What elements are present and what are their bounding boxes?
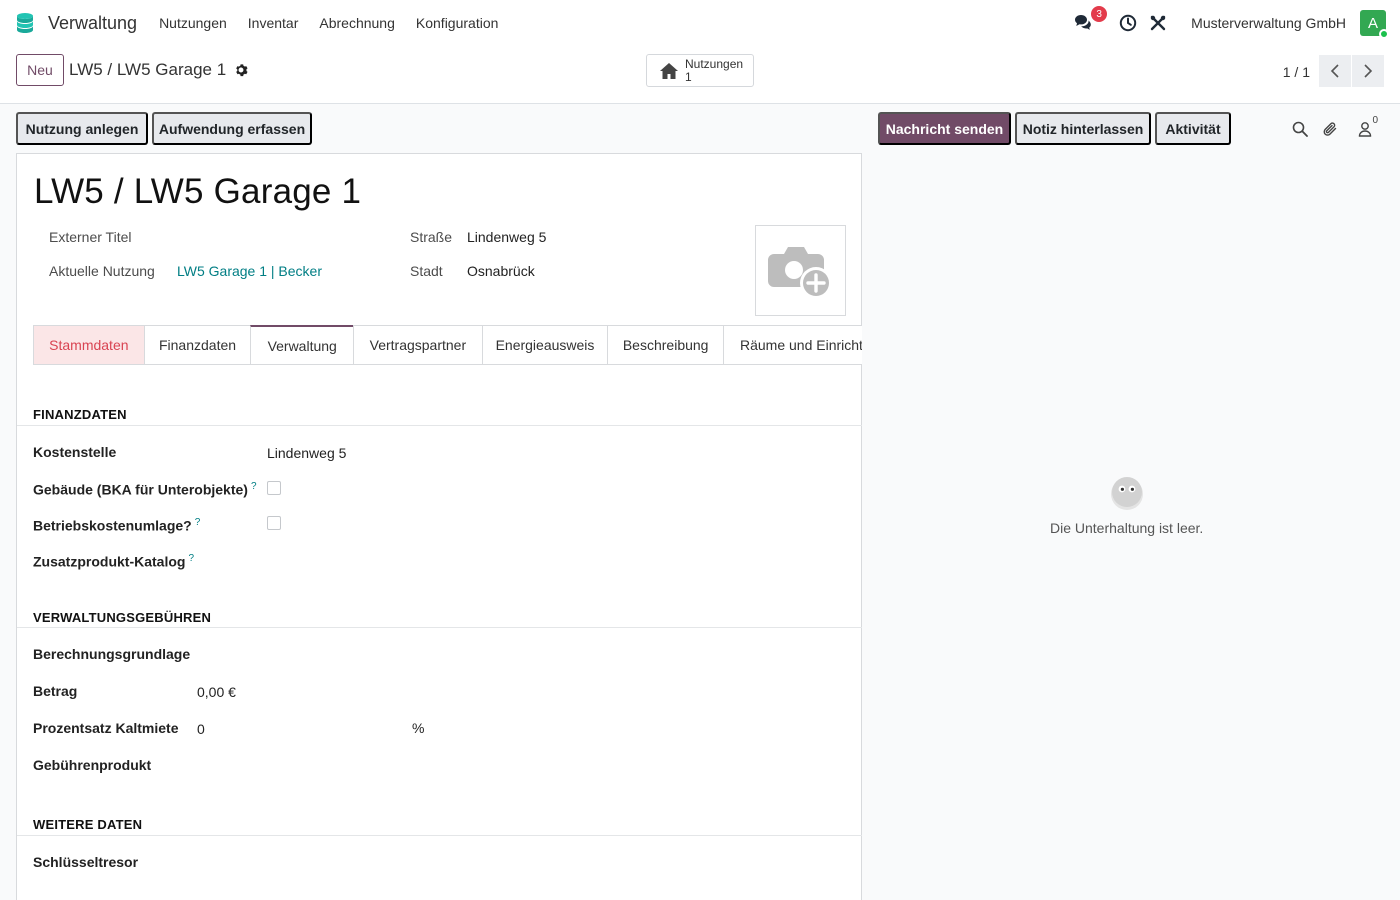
- external-title-label: Externer Titel: [49, 229, 132, 245]
- activities-button[interactable]: [1117, 12, 1139, 34]
- pager-next-button[interactable]: [1352, 55, 1384, 87]
- building-checkbox[interactable]: [267, 481, 281, 495]
- tab-vertragspartner[interactable]: Vertragspartner: [353, 325, 483, 364]
- top-navbar: Verwaltung Nutzungen Inventar Abrechnung…: [0, 0, 1400, 46]
- help-tooltip-icon[interactable]: ?: [251, 481, 257, 492]
- chevron-right-icon: [1364, 64, 1373, 78]
- app-name[interactable]: Verwaltung: [48, 13, 137, 34]
- new-record-button[interactable]: Neu: [16, 54, 64, 86]
- catalog-label: Zusatzprodukt-Katalog?: [33, 553, 194, 570]
- activity-button[interactable]: Aktivität: [1155, 112, 1231, 145]
- operating-cost-label-text: Betriebskostenumlage?: [33, 517, 192, 534]
- tab-beschreibung[interactable]: Beschreibung: [607, 325, 724, 364]
- smart-button-nutzungen[interactable]: Nutzungen 1: [646, 54, 754, 87]
- fee-product-label: Gebührenprodukt: [33, 757, 152, 773]
- smart-button-label: Nutzungen: [685, 56, 744, 71]
- company-switcher[interactable]: Musterverwaltung GmbH: [1191, 15, 1346, 31]
- catalog-label-text: Zusatzprodukt-Katalog: [33, 553, 186, 570]
- cost-center-label: Kostenstelle: [33, 444, 117, 460]
- chevron-left-icon: [1330, 64, 1339, 78]
- messages-button[interactable]: 3: [1073, 6, 1108, 34]
- online-status-icon: [1379, 29, 1389, 39]
- control-panel: Neu LW5 / LW5 Garage 1 Nutzungen 1 1 / 1: [0, 46, 1400, 104]
- tab-stammdaten[interactable]: Stammdaten: [33, 325, 145, 364]
- camera-add-icon: [767, 246, 832, 299]
- menu-konfiguration[interactable]: Konfiguration: [416, 15, 499, 31]
- gear-icon[interactable]: [234, 63, 248, 77]
- calculation-basis-label: Berechnungsgrundlage: [33, 646, 191, 662]
- home-icon: [660, 62, 678, 79]
- menu-nutzungen[interactable]: Nutzungen: [159, 15, 227, 31]
- cost-center-field[interactable]: Lindenweg 5: [267, 445, 346, 461]
- messages-badge: 3: [1091, 6, 1108, 22]
- city-label: Stadt: [410, 263, 443, 279]
- section-divider: [17, 425, 862, 426]
- smart-button-count: 1: [685, 69, 692, 84]
- tab-verwaltung[interactable]: Verwaltung: [250, 325, 355, 364]
- followers-button[interactable]: 0: [1352, 115, 1378, 139]
- user-icon: [1358, 122, 1372, 137]
- breadcrumb-current: LW5 / LW5 Garage 1: [69, 60, 227, 79]
- form-sheet: LW5 / LW5 Garage 1 Externer Titel Aktuel…: [16, 153, 862, 900]
- notebook-tabs: Stammdaten Finanzdaten Verwaltung Vertra…: [33, 325, 862, 365]
- percent-cold-rent-field[interactable]: 0: [197, 721, 205, 737]
- percent-unit: %: [412, 720, 425, 736]
- navbar-systray: 3 Musterverwaltung GmbH A: [1059, 0, 1389, 46]
- current-usage-link[interactable]: LW5 Garage 1 | Becker: [177, 263, 322, 279]
- avatar-letter: A: [1367, 14, 1378, 32]
- street-field[interactable]: Lindenweg 5: [467, 229, 546, 245]
- street-label: Straße: [410, 229, 453, 245]
- amount-field[interactable]: 0,00 €: [197, 684, 236, 700]
- section-divider: [17, 835, 862, 836]
- app-logo-icon[interactable]: [14, 11, 38, 35]
- tab-finanzdaten[interactable]: Finanzdaten: [143, 325, 252, 364]
- tools-icon: [1150, 15, 1166, 31]
- operating-cost-label: Betriebskostenumlage??: [33, 517, 200, 534]
- followers-count: 0: [1372, 115, 1378, 126]
- building-label: Gebäude (BKA für Unterobjekte)?: [33, 481, 257, 498]
- current-usage-label: Aktuelle Nutzung: [49, 263, 155, 279]
- user-avatar[interactable]: A: [1360, 10, 1389, 39]
- operating-cost-checkbox[interactable]: [267, 516, 281, 530]
- debug-tools-button[interactable]: [1147, 12, 1169, 34]
- section-title-weitere-daten: WEITERE DATEN: [33, 817, 143, 832]
- empty-conversation-icon: [1111, 477, 1143, 510]
- send-message-button[interactable]: Nachricht senden: [878, 112, 1011, 145]
- tab-raeume-und-einrichtungen[interactable]: Räume und Einricht: [723, 325, 862, 364]
- search-messages-button[interactable]: [1290, 119, 1310, 139]
- city-field[interactable]: Osnabrück: [467, 263, 535, 279]
- building-label-text: Gebäude (BKA für Unterobjekte): [33, 481, 248, 498]
- log-note-button[interactable]: Notiz hinterlassen: [1015, 112, 1151, 145]
- amount-label: Betrag: [33, 683, 78, 699]
- attachments-button[interactable]: [1320, 119, 1340, 139]
- record-title[interactable]: LW5 / LW5 Garage 1: [34, 172, 361, 212]
- percent-cold-rent-label: Prozentsatz Kaltmiete: [33, 720, 179, 736]
- section-divider: [17, 627, 862, 628]
- help-tooltip-icon[interactable]: ?: [195, 517, 201, 528]
- search-icon: [1292, 121, 1308, 137]
- clock-icon: [1119, 14, 1137, 32]
- section-title-verwaltungsgebuehren: VERWALTUNGSGEBÜHREN: [33, 610, 212, 625]
- menu-inventar[interactable]: Inventar: [248, 15, 299, 31]
- help-tooltip-icon[interactable]: ?: [188, 553, 194, 564]
- empty-conversation-text: Die Unterhaltung ist leer.: [1050, 520, 1204, 536]
- create-usage-button[interactable]: Nutzung anlegen: [16, 112, 148, 145]
- breadcrumb: LW5 / LW5 Garage 1: [69, 60, 248, 80]
- pager-value[interactable]: 1 / 1: [1283, 64, 1310, 80]
- menu-abrechnung[interactable]: Abrechnung: [319, 15, 395, 31]
- pager-previous-button[interactable]: [1319, 55, 1351, 87]
- paperclip-icon: [1323, 122, 1337, 136]
- smart-button-text: Nutzungen 1: [685, 56, 744, 84]
- section-title-finanzdaten: FINANZDATEN: [33, 407, 127, 422]
- key-safe-label: Schlüsseltresor: [33, 854, 139, 870]
- tab-energieausweis[interactable]: Energieausweis: [481, 325, 609, 364]
- image-upload[interactable]: [755, 225, 846, 316]
- record-expense-button[interactable]: Aufwendung erfassen: [152, 112, 312, 145]
